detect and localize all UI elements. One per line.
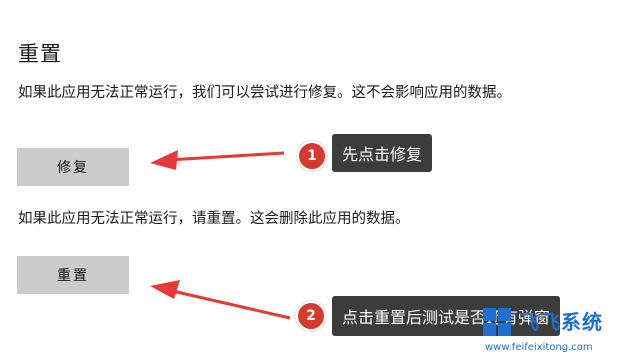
arrow-to-reset (150, 280, 291, 320)
watermark: 飞飞系统 www.feifeixitong.com (483, 306, 613, 354)
arrow-to-repair (150, 150, 285, 170)
windows-logo-icon (483, 308, 513, 338)
watermark-brand: 飞飞系统 (519, 310, 603, 334)
watermark-url: www.feifeixitong.com (485, 342, 593, 353)
step-badge-1: 1 (297, 141, 327, 171)
step-callout-1: 先点击修复 (332, 134, 433, 172)
step-badge-2: 2 (296, 301, 326, 331)
